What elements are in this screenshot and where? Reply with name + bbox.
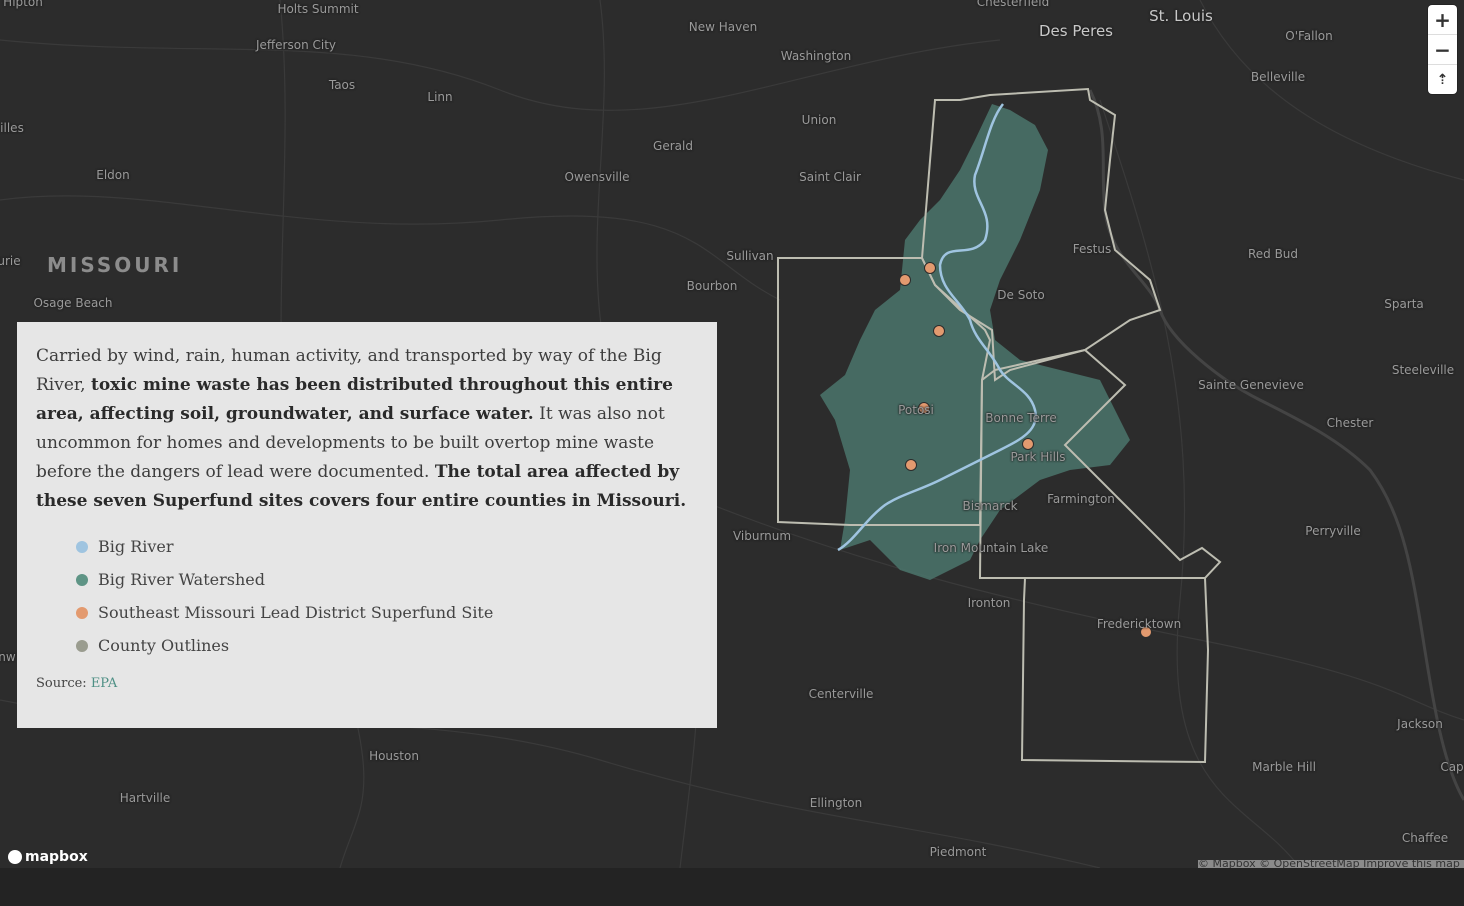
place-label: urie [0, 254, 21, 268]
place-label: St. Louis [1149, 7, 1213, 25]
place-label: Steeleville [1391, 363, 1455, 377]
superfund-site-marker[interactable] [899, 274, 911, 286]
place-label: Union [801, 113, 837, 127]
mapbox-logo[interactable]: mapbox [8, 849, 88, 865]
compass-button[interactable]: ⇡ [1428, 65, 1457, 94]
zoom-in-button[interactable]: + [1428, 5, 1457, 35]
place-label: Osage Beach [33, 296, 113, 310]
place-label: Bourbon [686, 279, 738, 293]
place-label: Des Peres [1039, 22, 1113, 40]
place-label: Fredericktown [1096, 617, 1182, 631]
map-legend: Big River Big River Watershed Southeast … [36, 530, 698, 662]
map-attribution[interactable]: © Mapbox © OpenStreetMap Improve this ma… [1198, 860, 1464, 868]
superfund-site-marker[interactable] [905, 459, 917, 471]
place-label: Houston [369, 749, 419, 763]
place-label: Cap [1440, 760, 1464, 774]
place-label: Park Hills [1010, 450, 1066, 464]
source-link-epa[interactable]: EPA [91, 676, 117, 691]
legend-item-big-river: Big River [76, 530, 698, 563]
place-label: Potosi [898, 403, 934, 417]
story-text: Carried by wind, rain, human activity, a… [36, 346, 687, 511]
place-label: Linn [427, 90, 453, 104]
story-panel: Carried by wind, rain, human activity, a… [17, 322, 717, 728]
zoom-controls: + − ⇡ [1428, 5, 1457, 94]
place-label: Red Bud [1247, 247, 1299, 261]
place-label: Hartville [119, 791, 171, 805]
place-label: Chester [1326, 416, 1374, 430]
place-label: Festus [1072, 242, 1112, 256]
place-label: Owensville [564, 170, 630, 184]
place-label: Eldon [96, 168, 130, 182]
legend-dot [76, 606, 88, 619]
place-label: Piedmont [929, 845, 987, 859]
place-label: Sparta [1384, 297, 1424, 311]
place-label: Ironton [967, 596, 1011, 610]
place-label: Iron Mountain Lake [933, 541, 1049, 555]
place-label: Gerald [653, 139, 693, 153]
legend-item-superfund: Southeast Missouri Lead District Superfu… [76, 596, 698, 629]
place-label: Chesterfield [976, 0, 1050, 9]
superfund-site-marker[interactable] [924, 262, 936, 274]
place-label: Bonne Terre [985, 411, 1057, 425]
place-label: Holts Summit [277, 2, 359, 16]
place-label: Sullivan [726, 249, 774, 263]
place-label: Jackson [1397, 717, 1443, 731]
place-label: Saint Clair [799, 170, 861, 184]
source-line: Source: EPA [36, 676, 118, 691]
place-label: Sainte Genevieve [1198, 378, 1304, 392]
place-label: Farmington [1047, 492, 1115, 506]
place-label: New Haven [688, 20, 758, 34]
legend-item-watershed: Big River Watershed [76, 563, 698, 596]
page-footer-bar [0, 868, 1464, 906]
state-label-missouri: MISSOURI [47, 253, 183, 277]
legend-dot [76, 540, 88, 553]
place-label: nw [0, 650, 16, 664]
place-label: Centerville [808, 687, 874, 701]
place-label: Ellington [809, 796, 863, 810]
place-label: O'Fallon [1285, 29, 1333, 43]
legend-dot [76, 573, 88, 586]
place-label: Viburnum [732, 529, 792, 543]
zoom-out-button[interactable]: − [1428, 35, 1457, 65]
place-label: Washington [780, 49, 852, 63]
place-label: Taos [328, 78, 356, 92]
place-label: Jefferson City [255, 38, 337, 52]
place-label: illes [0, 121, 24, 135]
superfund-site-marker[interactable] [1022, 438, 1034, 450]
mapbox-logo-icon [8, 850, 22, 864]
place-label: De Soto [997, 288, 1045, 302]
place-label: Marble Hill [1252, 760, 1316, 774]
superfund-site-marker[interactable] [933, 325, 945, 337]
place-label: Belleville [1250, 70, 1306, 84]
place-label: Hipton [3, 0, 43, 9]
place-label: Perryville [1305, 524, 1361, 538]
legend-item-county: County Outlines [76, 629, 698, 662]
place-label: Chaffee [1401, 831, 1449, 845]
place-label: Bismarck [962, 499, 1018, 513]
legend-dot [76, 639, 88, 652]
